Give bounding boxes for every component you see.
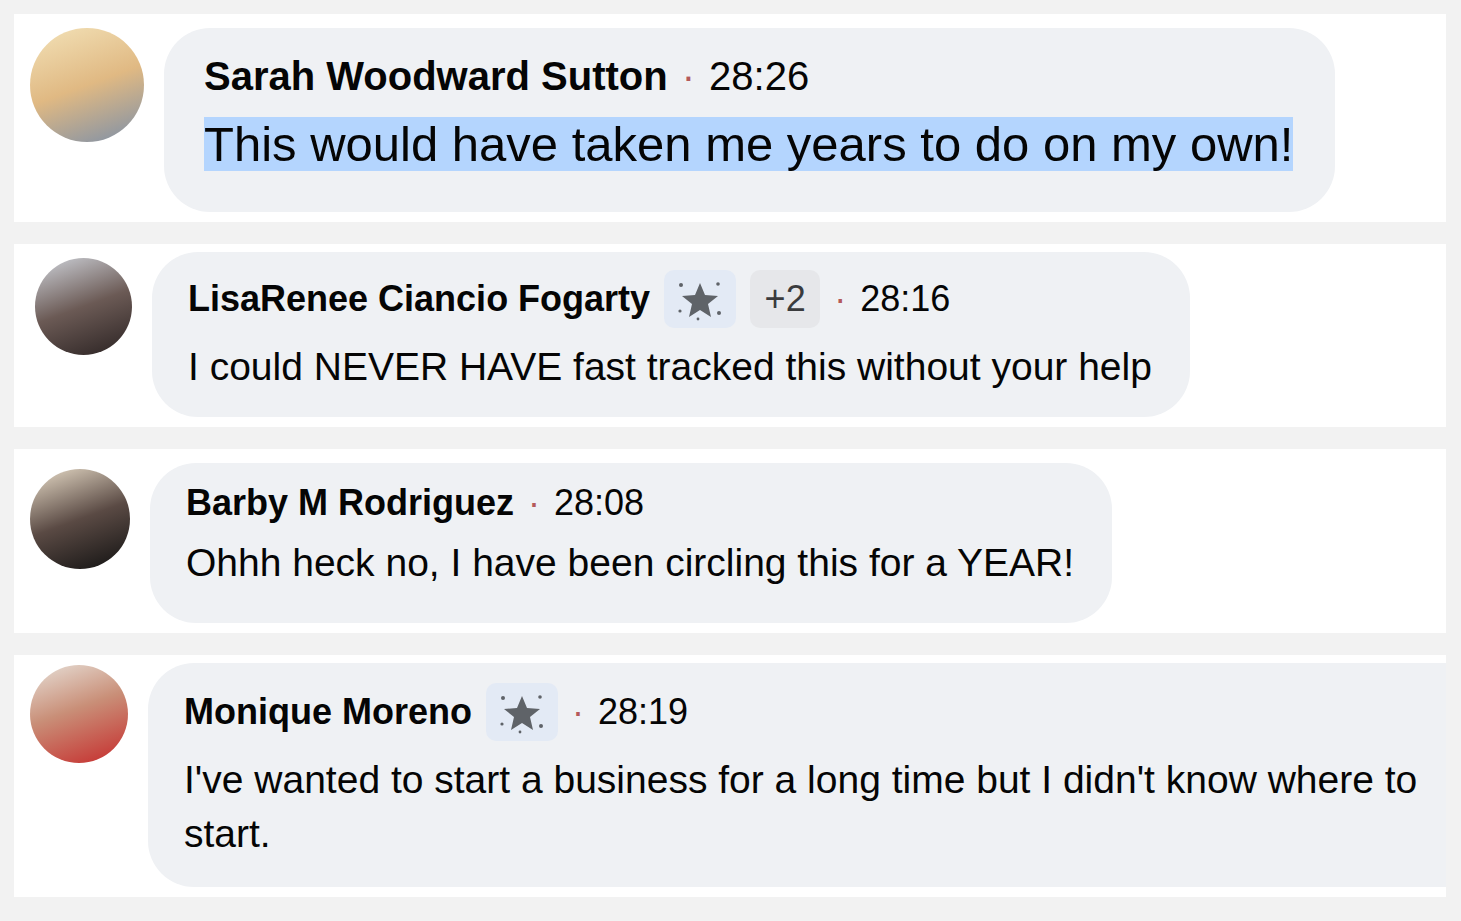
comment: LisaRenee Ciancio Fogarty +2 · 28:16 I could…: [14, 244, 1446, 427]
comment-header: Sarah Woodward Sutton · 28:26: [204, 52, 1293, 100]
comment-text-span: I could NEVER HAVE fast tracked this wit…: [188, 345, 1152, 388]
comment-text: This would have taken me years to do on …: [204, 110, 1293, 179]
author-name[interactable]: Monique Moreno: [184, 690, 472, 733]
star-icon: [498, 690, 546, 734]
comment-text: I could NEVER HAVE fast tracked this wit…: [188, 340, 1152, 395]
avatar[interactable]: [30, 28, 144, 142]
avatar[interactable]: [35, 258, 132, 355]
comment-list: Sarah Woodward Sutton · 28:26 This would ha…: [0, 0, 1461, 897]
comment: Sarah Woodward Sutton · 28:26 This would ha…: [14, 14, 1446, 222]
comment-header: Monique Moreno · 28:19: [184, 683, 1440, 741]
comment: Monique Moreno · 28:19 I've wanted to start…: [14, 655, 1446, 897]
badge-icon[interactable]: [664, 270, 736, 328]
comment-text: I've wanted to start a business for a lo…: [184, 753, 1440, 862]
timestamp[interactable]: 28:08: [554, 481, 644, 524]
timestamp[interactable]: 28:19: [598, 690, 688, 733]
comment-bubble: LisaRenee Ciancio Fogarty +2 · 28:16 I could…: [152, 252, 1190, 417]
star-icon: [676, 277, 724, 321]
comment-text-span: This would have taken me years to do on …: [204, 117, 1293, 171]
comment-header: Barby M Rodriguez · 28:08: [186, 481, 1074, 524]
comment-bubble: Barby M Rodriguez · 28:08 Ohhh heck no, I h…: [150, 463, 1112, 623]
avatar[interactable]: [30, 665, 128, 763]
comment-text-span: I've wanted to start a business for a lo…: [184, 758, 1417, 856]
comment-bubble: Sarah Woodward Sutton · 28:26 This would ha…: [164, 28, 1335, 212]
timestamp[interactable]: 28:26: [709, 52, 809, 100]
comment-bubble: Monique Moreno · 28:19 I've wanted to start…: [148, 663, 1446, 887]
comment-text-span: Ohhh heck no, I have been circling this …: [186, 541, 1074, 584]
badge-icon[interactable]: [486, 683, 558, 741]
separator: ·: [682, 52, 695, 100]
separator: ·: [572, 690, 584, 733]
comment-text: Ohhh heck no, I have been circling this …: [186, 536, 1074, 591]
badge-count[interactable]: +2: [750, 270, 820, 328]
comment: Barby M Rodriguez · 28:08 Ohhh heck no, I h…: [14, 449, 1446, 633]
timestamp[interactable]: 28:16: [860, 277, 950, 320]
author-name[interactable]: LisaRenee Ciancio Fogarty: [188, 277, 650, 320]
separator: ·: [834, 277, 846, 320]
author-name[interactable]: Sarah Woodward Sutton: [204, 52, 668, 100]
comment-header: LisaRenee Ciancio Fogarty +2 · 28:16: [188, 270, 1152, 328]
separator: ·: [528, 481, 540, 524]
author-name[interactable]: Barby M Rodriguez: [186, 481, 514, 524]
avatar[interactable]: [30, 469, 130, 569]
